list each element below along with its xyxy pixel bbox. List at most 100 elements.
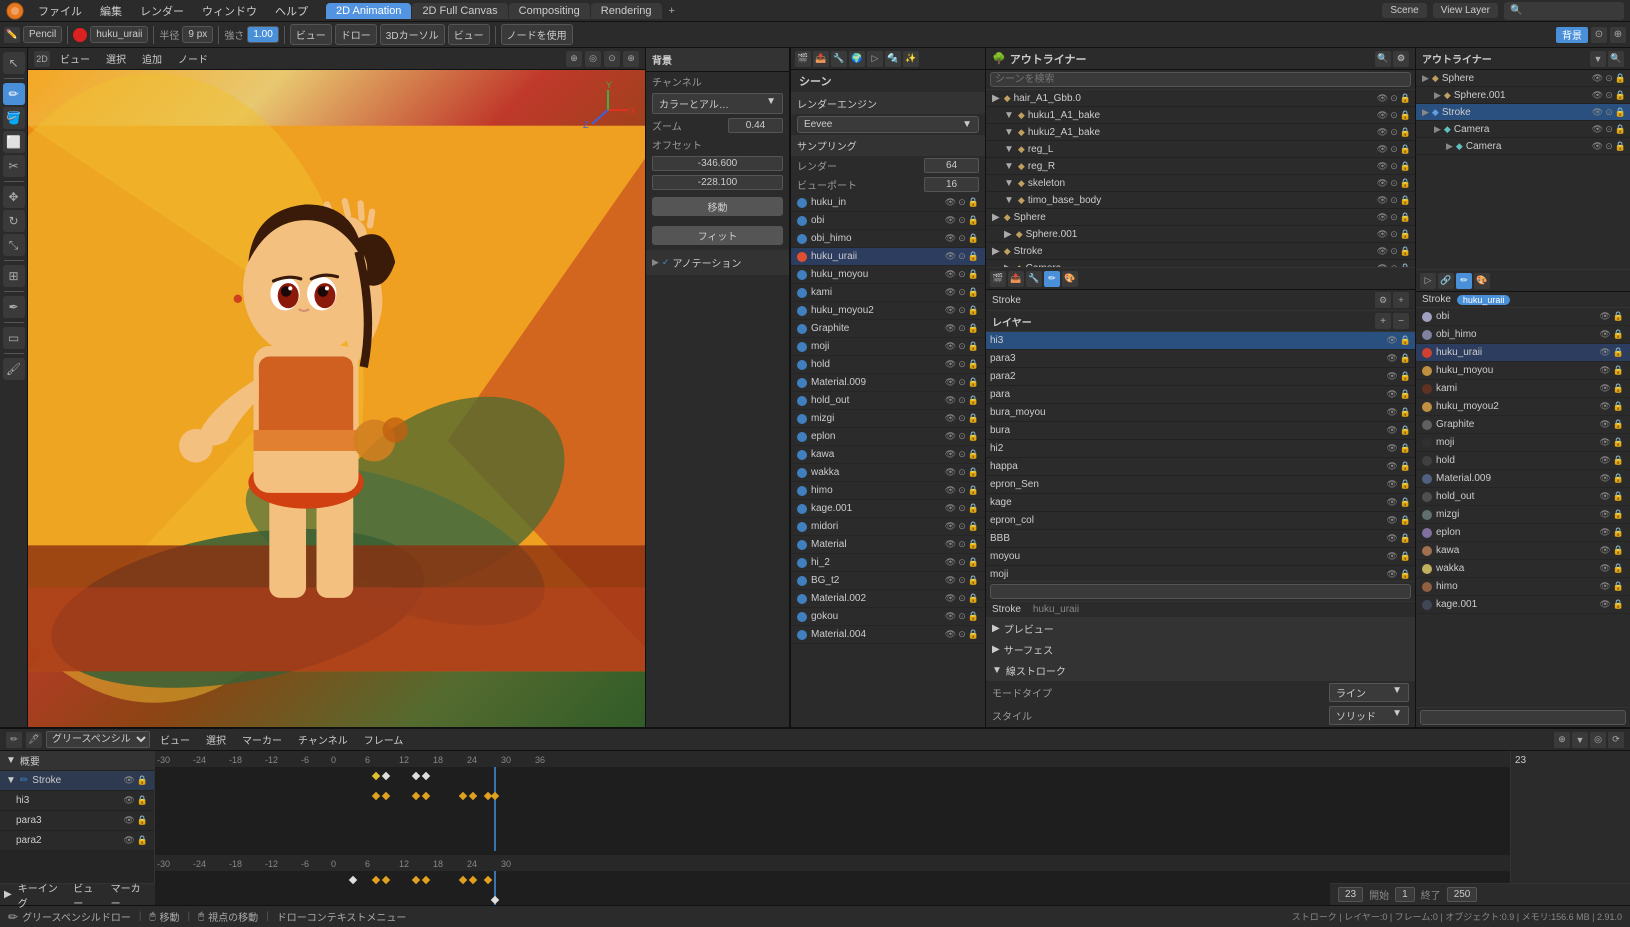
li-lock[interactable]: 🔒: [1400, 515, 1411, 526]
li-eye[interactable]: 👁: [1386, 461, 1397, 472]
li-eye[interactable]: 👁: [1386, 569, 1397, 580]
gp-obj-add[interactable]: +: [1393, 292, 1409, 308]
material-list-item[interactable]: himo 👁 🔒: [1416, 578, 1630, 596]
outliner-tree-item[interactable]: ▼ ◆ reg_R 👁 ⊙ 🔒: [986, 158, 1415, 175]
obj-render-icon[interactable]: ⊙: [958, 377, 966, 388]
obj-render-icon[interactable]: ⊙: [958, 233, 966, 244]
timeline-keyframes[interactable]: -30 -24 -18 -12 -6 0 6 12 18 24 30 36: [155, 751, 1510, 905]
stroke-color-dot[interactable]: [73, 28, 87, 42]
li-lock[interactable]: 🔒: [1400, 371, 1411, 382]
obj-render-icon[interactable]: ⊙: [958, 269, 966, 280]
layer-list-item[interactable]: hi3 👁 🔒: [986, 332, 1415, 350]
material-list-item[interactable]: hold 👁 🔒: [1416, 452, 1630, 470]
oi-eye[interactable]: 👁: [1377, 263, 1388, 268]
obj-eye-icon[interactable]: 👁: [945, 485, 956, 496]
oi-eye[interactable]: 👁: [1377, 127, 1388, 138]
mat-eye[interactable]: 👁: [1599, 311, 1610, 322]
viewport-mode[interactable]: 2D: [34, 51, 50, 67]
style-dropdown[interactable]: ソリッド ▼: [1329, 706, 1409, 725]
mat-eye[interactable]: 👁: [1599, 455, 1610, 466]
oi-eye[interactable]: 👁: [1377, 161, 1388, 172]
cursor-btn[interactable]: 3Dカーソル: [380, 24, 445, 45]
oi-lock[interactable]: 🔒: [1400, 127, 1411, 138]
mat-lock[interactable]: 🔒: [1613, 545, 1624, 556]
foi-render[interactable]: ⊙: [1605, 107, 1613, 118]
gp-scene-icon[interactable]: 🔧: [1026, 271, 1042, 287]
material-list-item[interactable]: Material.009 👁 🔒: [1416, 470, 1630, 488]
mat-eye[interactable]: 👁: [1599, 329, 1610, 340]
tl-menu-select[interactable]: 選択: [200, 730, 232, 749]
material-list-item[interactable]: huku_moyou2 👁 🔒: [1416, 398, 1630, 416]
li-lock[interactable]: 🔒: [1400, 353, 1411, 364]
obj-render-icon[interactable]: ⊙: [958, 251, 966, 262]
tab-2d-animation[interactable]: 2D Animation: [326, 3, 411, 19]
channel-value[interactable]: カラーとアル… ▼: [652, 93, 783, 114]
obj-eye-icon[interactable]: 👁: [945, 197, 956, 208]
obj-eye-icon[interactable]: 👁: [945, 575, 956, 586]
start-frame-counter[interactable]: 1: [1395, 887, 1415, 902]
foi-eye[interactable]: 👁: [1592, 107, 1603, 118]
material-filter[interactable]: ▼: [1590, 51, 1606, 67]
search-btn[interactable]: 🔍: [1504, 2, 1624, 20]
gp2-constraint-icon[interactable]: 🔗: [1438, 273, 1454, 289]
tl-onion-icon[interactable]: ◎: [1590, 732, 1606, 748]
oi-lock[interactable]: 🔒: [1400, 93, 1411, 104]
outliner-filter-btn[interactable]: 🔍: [1375, 51, 1391, 67]
mat-lock[interactable]: 🔒: [1613, 491, 1624, 502]
tool-transform[interactable]: ⊞: [3, 265, 25, 287]
layer-list-item[interactable]: hi2 👁 🔒: [986, 440, 1415, 458]
mat-eye[interactable]: 👁: [1599, 545, 1610, 556]
obj-eye-icon[interactable]: 👁: [945, 467, 956, 478]
tool-cursor[interactable]: ↖: [3, 52, 25, 74]
obj-lock-icon[interactable]: 🔒: [968, 575, 979, 586]
tl-menu-marker[interactable]: マーカー: [236, 730, 288, 749]
tool-draw[interactable]: ✏: [3, 83, 25, 105]
render-props-icon[interactable]: 🎬: [795, 51, 811, 67]
mat-lock[interactable]: 🔒: [1613, 527, 1624, 538]
obj-eye-icon[interactable]: 👁: [945, 377, 956, 388]
viewport-val[interactable]: 16: [924, 177, 979, 192]
oi-render[interactable]: ⊙: [1390, 144, 1398, 155]
obj-render-icon[interactable]: ⊙: [958, 503, 966, 514]
tool-erase[interactable]: ⬜: [3, 131, 25, 153]
foi-eye[interactable]: 👁: [1592, 141, 1603, 152]
li-eye[interactable]: 👁: [1386, 335, 1397, 346]
tool-fill[interactable]: 🪣: [3, 107, 25, 129]
tool-cut[interactable]: ✂: [3, 155, 25, 177]
obj-render-icon[interactable]: ⊙: [958, 431, 966, 442]
mat-lock[interactable]: 🔒: [1613, 347, 1624, 358]
menu-render[interactable]: レンダー: [132, 1, 192, 21]
li-eye[interactable]: 👁: [1386, 425, 1397, 436]
scene-props-icon[interactable]: 🔧: [831, 51, 847, 67]
obj-render-icon[interactable]: ⊙: [958, 341, 966, 352]
oi-lock[interactable]: 🔒: [1400, 246, 1411, 257]
obj-render-icon[interactable]: ⊙: [958, 467, 966, 478]
oi-render[interactable]: ⊙: [1390, 110, 1398, 121]
oi-render[interactable]: ⊙: [1390, 93, 1398, 104]
obj-eye-icon[interactable]: 👁: [945, 233, 956, 244]
object-list-item[interactable]: BG_t2 👁 ⊙ 🔒: [791, 572, 985, 590]
obj-eye-icon[interactable]: 👁: [945, 341, 956, 352]
material-search-input[interactable]: [1420, 710, 1626, 725]
obj-lock-icon[interactable]: 🔒: [968, 431, 979, 442]
layer-list-item[interactable]: epron_col 👁 🔒: [986, 512, 1415, 530]
obj-lock-icon[interactable]: 🔒: [968, 323, 979, 334]
outliner-tree-item[interactable]: ▶ ◆ hair_A1_Gbb.0 👁 ⊙ 🔒: [986, 90, 1415, 107]
obj-lock-icon[interactable]: 🔒: [968, 413, 979, 424]
tl-para3-lock[interactable]: 🔒: [137, 815, 148, 826]
tl-lock-icon[interactable]: 🔒: [137, 775, 148, 786]
layer-list-item[interactable]: para 👁 🔒: [986, 386, 1415, 404]
outliner-tree-item[interactable]: ▶ ◆ Sphere 👁 ⊙ 🔒: [986, 209, 1415, 226]
gp-output-icon[interactable]: 📤: [1008, 271, 1024, 287]
viewport-menu-view[interactable]: ビュー: [54, 49, 96, 68]
material-search-btn[interactable]: 🔍: [1608, 51, 1624, 67]
li-lock[interactable]: 🔒: [1400, 569, 1411, 580]
object-list-item[interactable]: Material 👁 ⊙ 🔒: [791, 536, 985, 554]
obj-lock-icon[interactable]: 🔒: [968, 305, 979, 316]
current-frame-counter[interactable]: 23: [1338, 887, 1363, 902]
mat-lock[interactable]: 🔒: [1613, 599, 1624, 610]
oi-eye[interactable]: 👁: [1377, 195, 1388, 206]
obj-lock-icon[interactable]: 🔒: [968, 359, 979, 370]
tab-rendering[interactable]: Rendering: [591, 3, 662, 19]
li-eye[interactable]: 👁: [1386, 551, 1397, 562]
